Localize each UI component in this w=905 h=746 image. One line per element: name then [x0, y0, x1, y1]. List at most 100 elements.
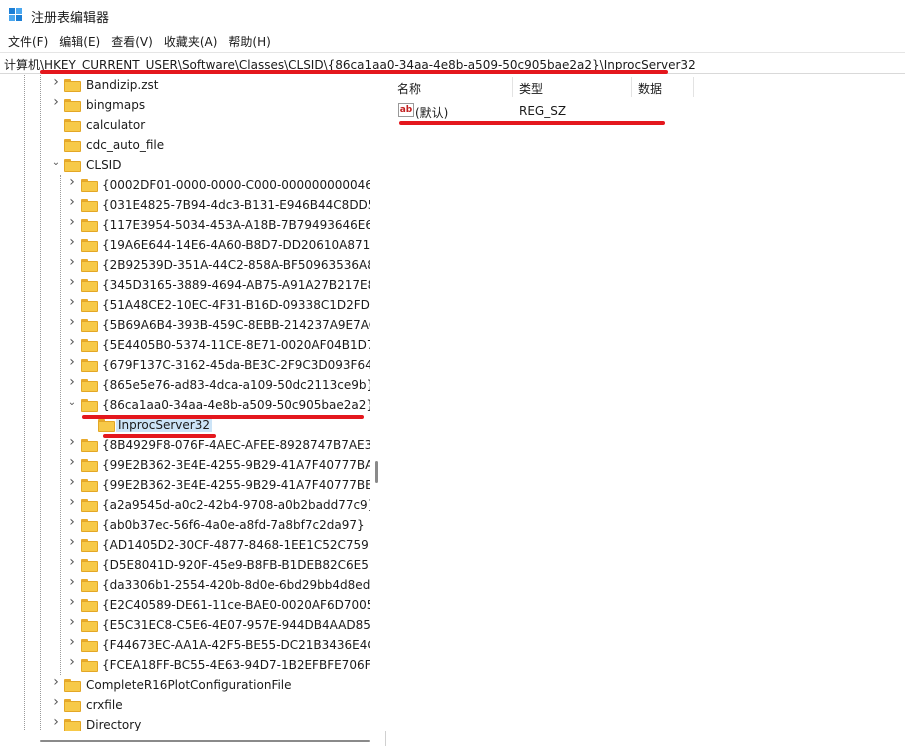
chevron-right-icon[interactable]: ›: [67, 495, 77, 509]
folder-icon: [81, 459, 98, 472]
tree-item-clsid-key[interactable]: › {ab0b37ec-56f6-4a0e-a8fd-7a8bf7c2da97}: [0, 515, 370, 535]
tree-item-clsid-key[interactable]: › {99E2B362-3E4E-4255-9B29-41A7F40777BA}: [0, 455, 381, 475]
chevron-right-icon[interactable]: ›: [67, 515, 77, 529]
tree-item-label: {FCEA18FF-BC55-4E63-94D7-1B2EFBFE706F}: [102, 658, 380, 672]
tree-item-clsid-key[interactable]: › {8B4929F8-076F-4AEC-AFEE-8928747B7AE3}: [0, 435, 380, 455]
column-header-type[interactable]: 类型: [513, 75, 631, 99]
tree-item-clsid-key[interactable]: › {D5E8041D-920F-45e9-B8FB-B1DEB82C6E5E}: [0, 555, 384, 575]
folder-icon: [64, 159, 81, 172]
chevron-right-icon[interactable]: ›: [67, 435, 77, 449]
folder-icon: [64, 139, 81, 152]
folder-icon: [81, 279, 98, 292]
tree-item-label: {031E4825-7B94-4dc3-B131-E946B44C8DD5}: [102, 198, 384, 212]
chevron-right-icon[interactable]: ›: [67, 315, 77, 329]
chevron-right-icon[interactable]: ›: [67, 355, 77, 369]
menu-view[interactable]: 查看(V): [106, 30, 159, 52]
tree-item-clsid-key[interactable]: › {E5C31EC8-C5E6-4E07-957E-944DB4AAD85E}: [0, 615, 385, 635]
menu-edit[interactable]: 编辑(E): [54, 30, 106, 52]
chevron-right-icon[interactable]: ›: [67, 595, 77, 609]
tree-item-label: {D5E8041D-920F-45e9-B8FB-B1DEB82C6E5E}: [102, 558, 385, 572]
menu-file[interactable]: 文件(F): [3, 30, 54, 52]
tree-item-clsid-key[interactable]: › {E2C40589-DE61-11ce-BAE0-0020AF6D7005}: [0, 595, 382, 615]
tree-item-expanded-key[interactable]: ⌄ {86ca1aa0-34aa-4e8b-a509-50c905bae2a2}: [0, 395, 374, 415]
tree-item-clsid[interactable]: ⌄ CLSID: [0, 155, 370, 175]
value-type: REG_SZ: [519, 104, 567, 118]
folder-icon: [81, 299, 98, 312]
tree-item[interactable]: cdc_auto_file: [0, 135, 370, 155]
chevron-right-icon[interactable]: ›: [67, 615, 77, 629]
chevron-down-icon[interactable]: ⌄: [67, 398, 77, 408]
tree-item-clsid-key[interactable]: › {FCEA18FF-BC55-4E63-94D7-1B2EFBFE706F}: [0, 655, 379, 675]
folder-icon: [64, 119, 81, 132]
tree-hscroll-thumb[interactable]: [40, 740, 370, 742]
tree-item-clsid-key[interactable]: › {a2a9545d-a0c2-42b4-9708-a0b2badd77c9}: [0, 495, 375, 515]
tree-item-clsid-key[interactable]: › {19A6E644-14E6-4A60-B8D7-DD20610A871D}: [0, 235, 385, 255]
chevron-right-icon[interactable]: ›: [51, 95, 61, 109]
menu-bar: 文件(F) 编辑(E) 查看(V) 收藏夹(A) 帮助(H): [0, 30, 905, 52]
tree-item[interactable]: › CompleteR16PlotConfigurationFile: [0, 675, 370, 695]
chevron-right-icon[interactable]: ›: [67, 235, 77, 249]
chevron-right-icon[interactable]: ›: [67, 275, 77, 289]
chevron-right-icon[interactable]: ›: [51, 715, 61, 729]
chevron-right-icon[interactable]: ›: [67, 335, 77, 349]
chevron-right-icon[interactable]: ›: [67, 575, 77, 589]
tree-item-clsid-key[interactable]: › {da3306b1-2554-420b-8d0e-6bd29bb4d8ed}: [0, 575, 378, 595]
tree-item[interactable]: › bingmaps: [0, 95, 370, 115]
chevron-right-icon[interactable]: ›: [67, 535, 77, 549]
tree-item-clsid-key[interactable]: › {345D3165-3889-4694-AB75-A91A27B217E8}: [0, 275, 383, 295]
chevron-right-icon[interactable]: ›: [51, 695, 61, 709]
chevron-right-icon[interactable]: ›: [67, 655, 77, 669]
chevron-down-icon[interactable]: ⌄: [51, 158, 61, 168]
tree-item[interactable]: › Bandizip.zst: [0, 75, 370, 95]
folder-icon: [64, 679, 81, 692]
tree-item-clsid-key[interactable]: › {5B69A6B4-393B-459C-8EBB-214237A9E7AC}: [0, 315, 385, 335]
chevron-right-icon[interactable]: ›: [67, 175, 77, 189]
menu-favorites[interactable]: 收藏夹(A): [159, 30, 224, 52]
tree-item-clsid-key[interactable]: › {2B92539D-351A-44C2-858A-BF50963536A8}: [0, 255, 382, 275]
tree-item-label: {99E2B362-3E4E-4255-9B29-41A7F40777BA}: [102, 458, 381, 472]
tree-vertical-scrollbar[interactable]: [370, 75, 386, 731]
chevron-right-icon[interactable]: ›: [67, 375, 77, 389]
chevron-right-icon[interactable]: ›: [67, 555, 77, 569]
folder-icon: [81, 559, 98, 572]
tree-item-clsid-key[interactable]: › {0002DF01-0000-0000-C000-000000000046}: [0, 175, 381, 195]
folder-icon: [81, 519, 98, 532]
tree-item-clsid-key[interactable]: › {679F137C-3162-45da-BE3C-2F9C3D093F64}: [0, 355, 380, 375]
tree-item-clsid-key[interactable]: › {117E3954-5034-453A-A18B-7B79493646E6}: [0, 215, 381, 235]
chevron-right-icon[interactable]: ›: [67, 195, 77, 209]
tree-item-clsid-key[interactable]: › {51A48CE2-10EC-4F31-B16D-09338C1D2FDF}: [0, 295, 384, 315]
column-header-data[interactable]: 数据: [632, 75, 752, 99]
column-separator[interactable]: [693, 77, 694, 97]
chevron-right-icon[interactable]: ›: [67, 255, 77, 269]
tree-item-label: {5E4405B0-5374-11CE-8E71-0020AF04B1D7}: [102, 338, 383, 352]
tree-item-label: {a2a9545d-a0c2-42b4-9708-a0b2badd77c9}: [102, 498, 376, 512]
tree-item-label: {86ca1aa0-34aa-4e8b-a509-50c905bae2a2}: [102, 398, 375, 412]
tree-item-clsid-key[interactable]: › {AD1405D2-30CF-4877-8468-1EE1C52C759F}: [0, 535, 383, 555]
value-list-pane[interactable]: 名称 类型 数据 ab (默认) REG_SZ: [391, 75, 905, 746]
chevron-right-icon[interactable]: ›: [67, 295, 77, 309]
title-bar: 注册表编辑器: [0, 0, 905, 30]
key-tree-pane[interactable]: › Bandizip.zst › bingmaps calculator cdc_auto…: [0, 75, 386, 746]
chevron-right-icon[interactable]: ›: [51, 675, 61, 689]
chevron-right-icon[interactable]: ›: [67, 455, 77, 469]
value-annotation-underline: [399, 121, 665, 125]
chevron-right-icon[interactable]: ›: [67, 475, 77, 489]
tree-item-clsid-key[interactable]: › {865e5e76-ad83-4dca-a109-50dc2113ce9b}: [0, 375, 374, 395]
tree-item[interactable]: › crxfile: [0, 695, 370, 715]
tree-item-clsid-key[interactable]: › {99E2B362-3E4E-4255-9B29-41A7F40777BB}: [0, 475, 381, 495]
chevron-right-icon[interactable]: ›: [67, 215, 77, 229]
tree-item-clsid-key[interactable]: › {5E4405B0-5374-11CE-8E71-0020AF04B1D7}: [0, 335, 382, 355]
tree-item-clsid-key[interactable]: › {F44673EC-AA1A-42F5-BE55-DC21B3436E4C}: [0, 635, 383, 655]
column-header-name[interactable]: 名称: [391, 75, 511, 99]
folder-icon: [81, 359, 98, 372]
folder-icon: [81, 319, 98, 332]
tree-item[interactable]: calculator: [0, 115, 370, 135]
menu-help[interactable]: 帮助(H): [223, 30, 276, 52]
tree-vscroll-thumb[interactable]: [375, 461, 378, 483]
value-row-default[interactable]: ab (默认) REG_SZ: [391, 101, 905, 121]
chevron-right-icon[interactable]: ›: [67, 635, 77, 649]
folder-icon: [81, 619, 98, 632]
tree-horizontal-scrollbar[interactable]: [0, 731, 370, 746]
chevron-right-icon[interactable]: ›: [51, 75, 61, 89]
tree-item-clsid-key[interactable]: › {031E4825-7B94-4dc3-B131-E946B44C8DD5}: [0, 195, 383, 215]
